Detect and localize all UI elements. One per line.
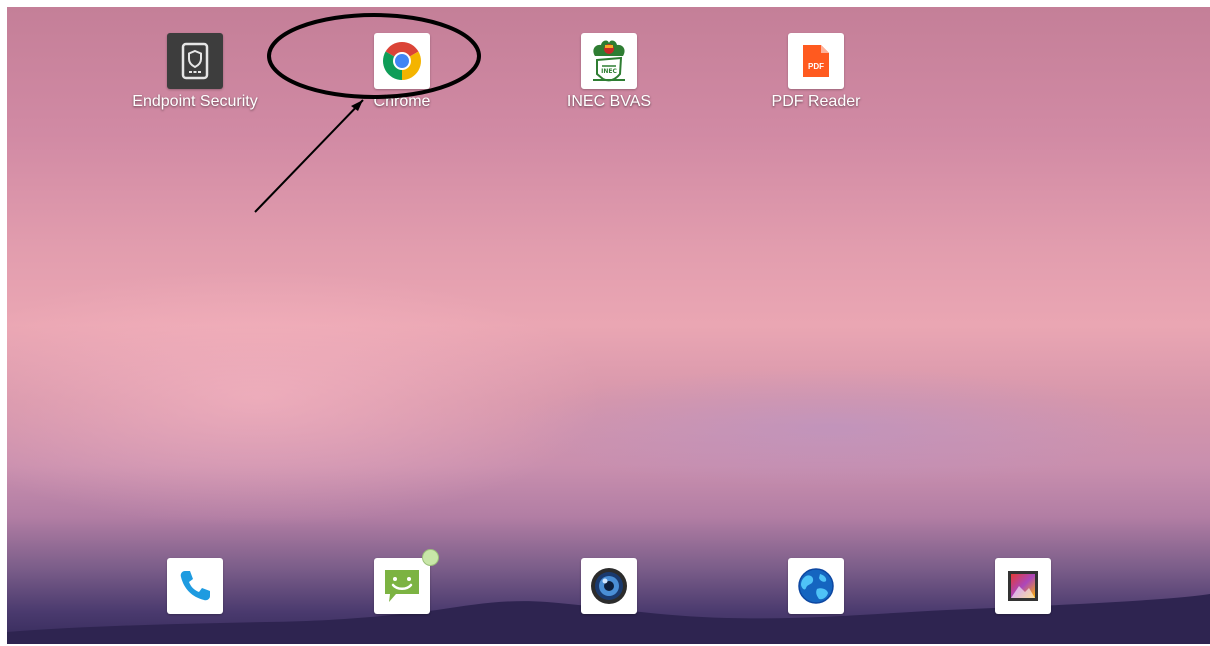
inec-bvas-tile[interactable]: INEC [581,33,637,89]
messaging-tile[interactable] [374,549,439,614]
browser-tile[interactable] [788,558,844,614]
dock-browser[interactable] [736,558,896,614]
wallpaper-haze [507,367,1157,487]
camera-tile[interactable] [581,558,637,614]
pdf-reader-tile[interactable]: PDF [788,33,844,89]
dock-messaging[interactable] [322,549,482,614]
pdf-icon: PDF [803,45,829,77]
app-label: PDF Reader [771,93,861,110]
app-pdf-reader[interactable]: PDF PDF Reader [736,33,896,111]
app-inec-bvas[interactable]: INEC INEC BVAS [529,33,689,111]
wallpaper-glow [7,267,607,527]
app-label: INEC BVAS [566,93,652,110]
dock-camera[interactable] [529,558,689,614]
svg-text:INEC: INEC [601,68,617,75]
chrome-tile[interactable] [374,33,430,89]
dock-phone[interactable] [115,558,275,614]
endpoint-security-tile[interactable] [167,33,223,89]
chrome-icon [383,42,421,80]
messaging-icon [385,570,419,602]
gallery-tile[interactable] [995,558,1051,614]
phone-icon [180,571,210,601]
app-label: Chrome [373,93,431,110]
browser-globe-icon [798,568,834,604]
home-screen: Endpoint Security Chrome INEC INEC BVAS … [7,7,1210,644]
inec-logo-icon: INEC [593,40,625,82]
app-label: Endpoint Security [132,93,258,110]
shield-phone-icon [181,42,209,80]
app-endpoint-security[interactable]: Endpoint Security [115,33,275,111]
camera-icon [591,568,627,604]
gallery-icon [1008,571,1038,601]
app-chrome[interactable]: Chrome [322,33,482,111]
notification-badge [422,549,439,566]
pdf-icon-text: PDF [808,62,824,71]
phone-tile[interactable] [167,558,223,614]
dock-gallery[interactable] [943,558,1103,614]
